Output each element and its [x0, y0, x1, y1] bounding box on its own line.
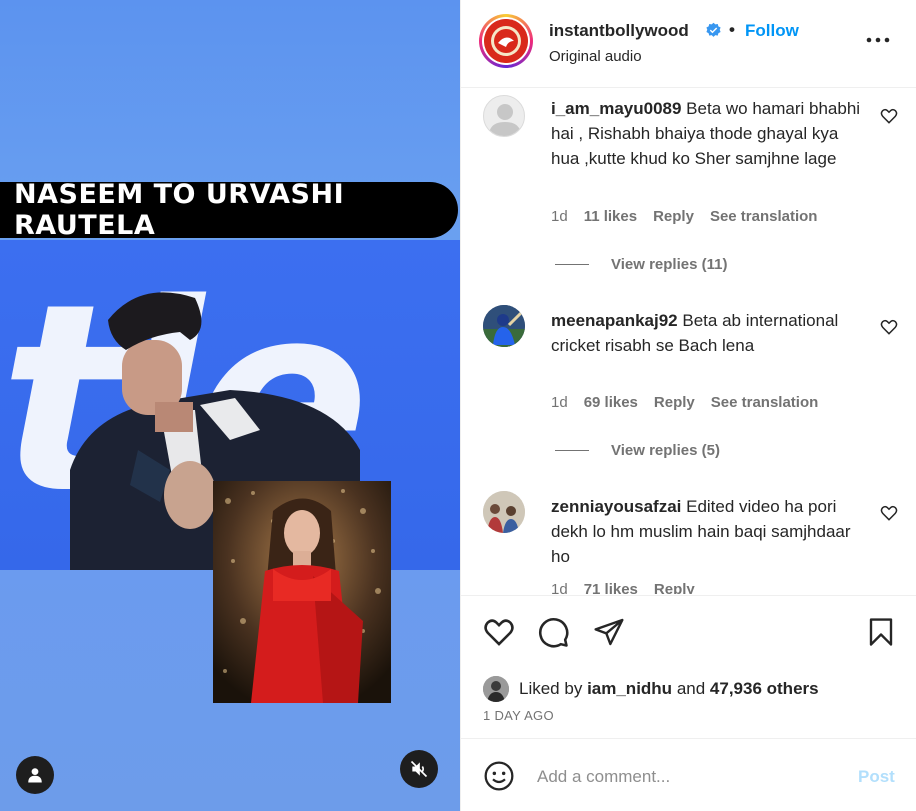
post-header: instantbollywood • Follow Original audio [461, 0, 916, 88]
comment-age: 1d [551, 581, 568, 594]
replies-line [555, 264, 589, 265]
comment-meta: 1d 11 likes Reply See translation [551, 208, 833, 225]
cricketer-avatar-image [483, 305, 525, 347]
account-avatar[interactable] [479, 14, 533, 68]
audio-link[interactable]: Original audio [549, 48, 642, 65]
default-avatar-icon [489, 104, 521, 136]
like-button[interactable] [481, 614, 517, 650]
comment-likes[interactable]: 11 likes [584, 208, 637, 225]
comment-username[interactable]: i_am_mayu0089 [551, 99, 681, 118]
reply-button[interactable]: Reply [654, 394, 695, 411]
see-translation-button[interactable]: See translation [711, 394, 819, 411]
commenter-avatar[interactable] [483, 305, 525, 347]
family-photo-avatar-image [483, 491, 525, 533]
commenter-avatar[interactable] [483, 95, 525, 137]
reply-button[interactable]: Reply [653, 208, 694, 225]
person-icon [28, 768, 42, 783]
view-replies-label: View replies (11) [611, 256, 728, 273]
instantbollywood-logo [484, 19, 528, 63]
comment-meta: 1d 71 likes Reply [551, 581, 711, 594]
comment-text: meenapankaj92 Beta ab international cric… [551, 308, 861, 358]
post-actions: Liked by iam_nidhu and 47,936 others 1 D… [461, 595, 916, 737]
post-date[interactable]: 1 DAY AGO [483, 708, 554, 723]
comment-text: zenniayousafzai Edited video ha pori dek… [551, 494, 861, 569]
replies-line [555, 450, 589, 451]
post-comment-button[interactable]: Post [858, 767, 895, 787]
view-replies-button[interactable]: View replies (5) [555, 442, 720, 459]
comment-button[interactable] [535, 614, 571, 650]
view-replies-label: View replies (5) [611, 442, 720, 459]
more-options-icon [866, 37, 890, 43]
liker-avatar-image [483, 676, 509, 702]
save-button[interactable] [863, 614, 899, 650]
post-panel: instantbollywood • Follow Original audio [460, 0, 916, 811]
account-username[interactable]: instantbollywood [549, 21, 689, 41]
view-replies-button[interactable]: View replies (11) [555, 256, 727, 273]
woman-in-red-saree-image [213, 481, 391, 703]
send-icon [594, 618, 624, 646]
comment-like-heart-icon[interactable] [879, 317, 899, 337]
comment-like-heart-icon[interactable] [879, 503, 899, 523]
comment-like-heart-icon[interactable] [879, 106, 899, 126]
share-button[interactable] [591, 614, 627, 650]
comment-text: i_am_mayu0089 Beta wo hamari bhabhi hai … [551, 96, 861, 171]
commenter-avatar[interactable] [483, 491, 525, 533]
more-options-button[interactable] [861, 28, 895, 52]
liked-by-prefix: Liked by [519, 679, 583, 698]
emoji-icon[interactable] [483, 760, 515, 792]
comment-username[interactable]: zenniayousafzai [551, 497, 681, 516]
comment-likes[interactable]: 69 likes [584, 394, 638, 411]
comment-age: 1d [551, 208, 568, 225]
header-separator: • [729, 20, 735, 39]
comment-likes[interactable]: 71 likes [584, 581, 638, 594]
mute-toggle-button[interactable] [400, 750, 438, 788]
comment-input[interactable] [537, 763, 837, 791]
comment-username[interactable]: meenapankaj92 [551, 311, 678, 330]
liked-by-and: and [676, 679, 706, 698]
comment-age: 1d [551, 394, 568, 411]
liked-by-summary: Liked by iam_nidhu and 47,936 others [483, 676, 819, 702]
likes-count-others[interactable]: 47,936 others [710, 679, 819, 699]
inset-photo [213, 481, 391, 703]
see-translation-button[interactable]: See translation [710, 208, 818, 225]
liker-avatar[interactable] [483, 676, 509, 702]
comments-list[interactable]: i_am_mayu0089 Beta wo hamari bhabhi hai … [461, 89, 916, 594]
tagged-users-button[interactable] [16, 756, 54, 794]
comment-icon [539, 618, 569, 648]
comment-meta: 1d 69 likes Reply See translation [551, 394, 834, 411]
verified-badge-icon [706, 22, 721, 37]
comment-composer: Post [461, 738, 916, 811]
reply-button[interactable]: Reply [654, 581, 695, 594]
liked-by-user[interactable]: iam_nidhu [587, 679, 672, 699]
bookmark-icon [869, 618, 893, 646]
heart-icon [484, 619, 514, 646]
reel-video[interactable]: tle NASEEM TO URVASHI RAUTELA [0, 0, 460, 811]
video-caption: NASEEM TO URVASHI RAUTELA [0, 179, 458, 241]
speaker-muted-icon [410, 760, 428, 778]
follow-button[interactable]: Follow [745, 21, 799, 41]
